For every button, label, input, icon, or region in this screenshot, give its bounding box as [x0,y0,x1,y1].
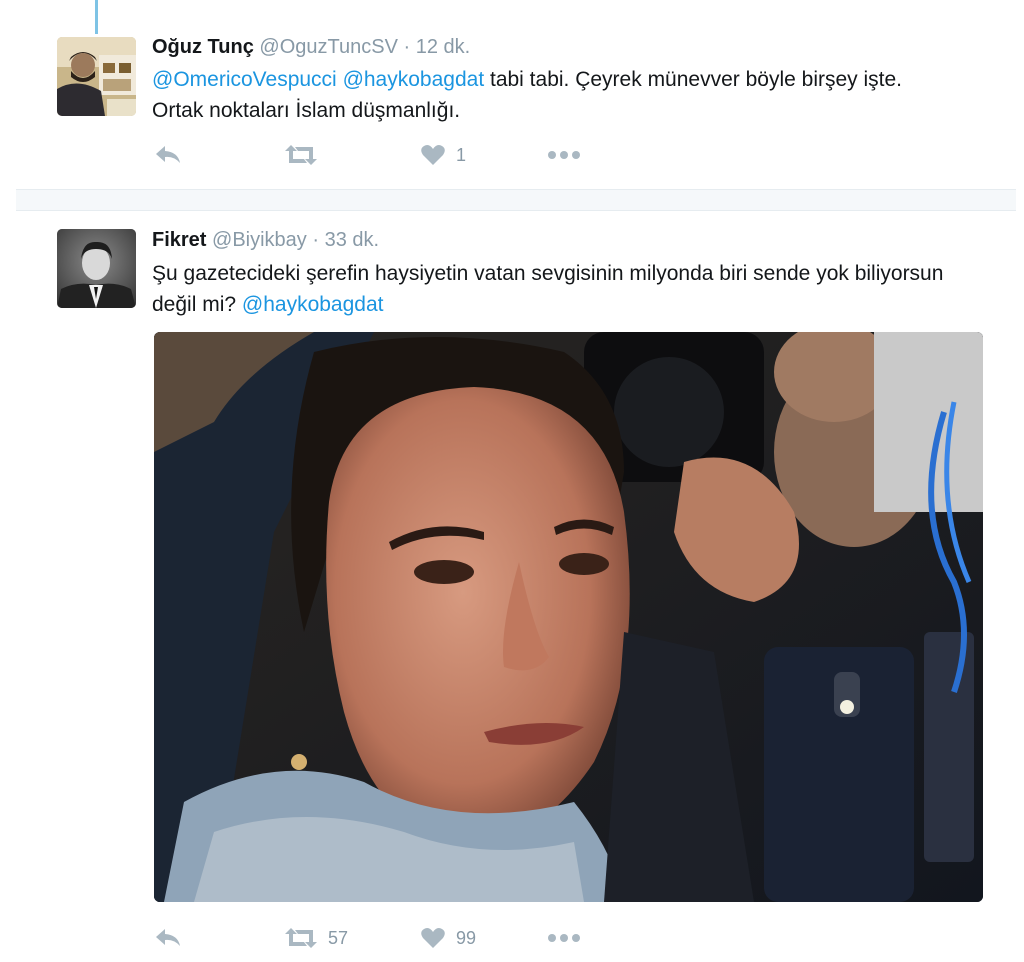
tweet-text: @OmericoVespucci @haykobagdat tabi tabi.… [152,64,952,126]
avatar[interactable] [57,37,136,116]
author-handle[interactable]: @OguzTuncSV [259,36,398,58]
more-button[interactable] [547,140,581,170]
like-count: 1 [456,144,467,165]
author-name[interactable]: Oğuz Tunç [152,36,254,58]
heart-icon [421,928,445,948]
mention-link[interactable]: @haykobagdat [343,68,485,91]
tweet-header: Fikret @Biyikbay · 33 dk. [152,229,379,252]
like-count: 99 [456,927,477,948]
author-handle[interactable]: @Biyikbay [212,229,307,251]
retweet-button[interactable] [284,140,328,170]
tweet-photo[interactable] [154,332,983,902]
reply-button[interactable] [154,923,182,953]
like-button[interactable]: 99 [420,923,476,953]
tweet[interactable]: Fikret @Biyikbay · 33 dk. Şu gazetecidek… [0,210,1024,962]
retweet-button[interactable]: 57 [284,923,348,953]
tweet-divider [16,189,1016,211]
reply-button[interactable] [154,140,182,170]
heart-icon [421,145,445,165]
avatar[interactable] [57,229,136,308]
more-button[interactable] [547,923,581,953]
timestamp[interactable]: 33 dk. [325,229,379,251]
retweet-icon [285,928,317,948]
mention-link[interactable]: @OmericoVespucci [152,68,337,91]
like-button[interactable]: 1 [420,140,466,170]
separator: · [312,229,320,251]
separator: · [403,36,411,58]
tweet-actions: 1 [152,140,652,170]
timestamp[interactable]: 12 dk. [416,36,470,58]
tweet[interactable]: Oğuz Tunç @OguzTuncSV · 12 dk. @OmericoV… [0,0,1024,190]
retweet-count: 57 [328,927,349,948]
tweet-header: Oğuz Tunç @OguzTuncSV · 12 dk. [152,36,470,59]
tweet-text: Şu gazetecideki şerefin haysiyetin vatan… [152,258,952,320]
reply-icon [156,146,180,163]
retweet-icon [285,145,317,165]
more-dots-icon [548,151,580,159]
author-name[interactable]: Fikret [152,229,206,251]
more-dots-icon [548,934,580,942]
mention-link[interactable]: @haykobagdat [242,293,384,316]
tweet-actions: 57 99 [152,923,652,953]
reply-icon [156,929,180,946]
